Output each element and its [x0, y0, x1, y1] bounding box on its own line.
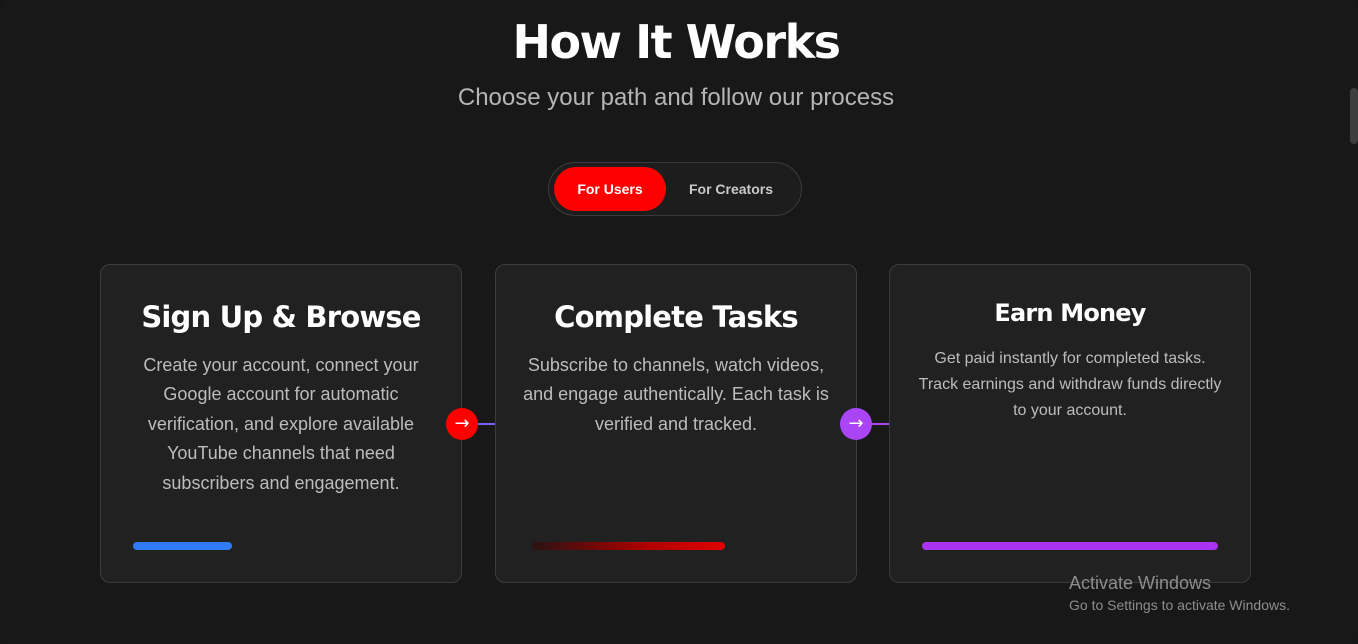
for-users-tab[interactable]: For Users — [554, 167, 666, 211]
activate-windows-watermark: Activate Windows Go to Settings to activ… — [1069, 572, 1290, 615]
watermark-title: Activate Windows — [1069, 573, 1212, 593]
connector-line — [478, 423, 495, 425]
step-progress-bar — [922, 542, 1218, 550]
section-subtitle: Choose your path and follow our process — [457, 84, 895, 111]
step-title: Complete Tasks — [554, 300, 798, 334]
step-card-earn-money: Earn Money Get paid instantly for comple… — [889, 264, 1251, 583]
step-title: Earn Money — [994, 299, 1146, 327]
arrow-right-icon: → — [446, 408, 478, 440]
section-title: How It Works — [512, 15, 841, 69]
audience-toggle: For Users For Creators — [548, 162, 802, 216]
scrollbar-thumb[interactable] — [1350, 88, 1358, 144]
step-description: Create your account, connect your Google… — [143, 355, 419, 493]
step-progress-bar — [133, 542, 232, 550]
how-it-works-section: How It Works Choose your path and follow… — [0, 0, 1358, 644]
step-progress-bar — [532, 542, 725, 550]
for-creators-tab[interactable]: For Creators — [673, 167, 789, 211]
step-title: Sign Up & Browse — [141, 300, 421, 334]
step-description: Subscribe to channels, watch videos, and… — [523, 355, 829, 434]
step-description: Get paid instantly for completed tasks. … — [918, 350, 1222, 419]
step-card-complete-tasks: Complete Tasks Subscribe to channels, wa… — [495, 264, 857, 583]
watermark-subtitle: Go to Settings to activate Windows. — [1069, 597, 1290, 613]
connector-line — [872, 423, 889, 425]
arrow-right-icon: → — [840, 408, 872, 440]
step-card-sign-up: Sign Up & Browse Create your account, co… — [100, 264, 462, 583]
